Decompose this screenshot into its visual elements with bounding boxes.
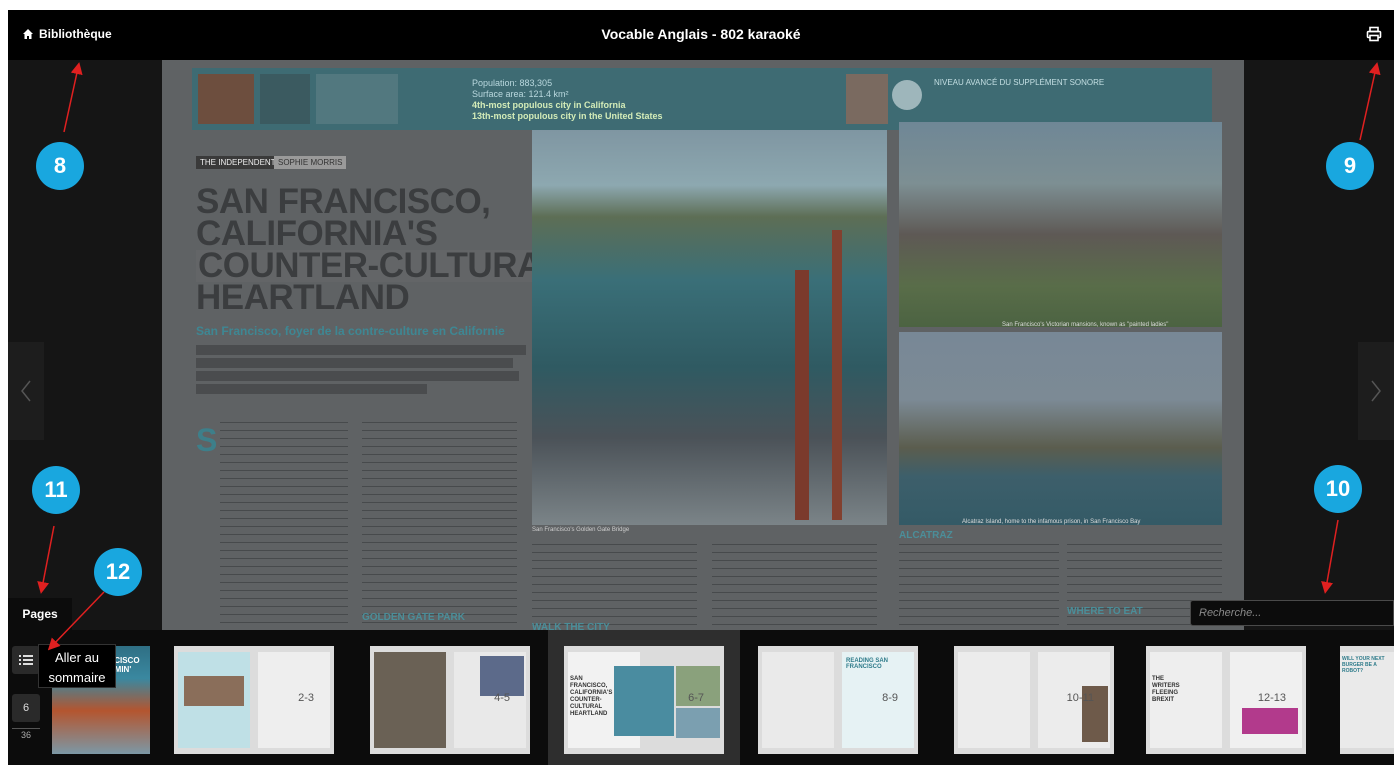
annotation-badge-8: 8: [36, 142, 84, 190]
arrow-9: [1359, 62, 1381, 141]
article-kicker: THE INDEPENDENT: [196, 156, 280, 169]
chevron-right-icon: [1371, 380, 1381, 402]
text-column-2: [362, 422, 517, 630]
chevron-left-icon: [21, 380, 31, 402]
annotation-badge-10: 10: [1314, 465, 1362, 513]
arrow-8: [63, 62, 83, 133]
speaker-icon[interactable]: [892, 80, 922, 110]
thumb-burger-title: WILL YOUR NEXT BURGER BE A ROBOT?: [1342, 656, 1385, 674]
thumbnail-pages-4-5[interactable]: 4-5: [370, 646, 530, 754]
toc-button[interactable]: [12, 646, 40, 674]
magazine-spread[interactable]: Population: 883,305 Surface area: 121.4 …: [162, 60, 1244, 630]
caption-bridge: San Francisco's Golden Gate Bridge: [532, 527, 630, 533]
next-page-button[interactable]: [1358, 342, 1394, 440]
painted-ladies-photo: [899, 122, 1222, 327]
annotation-badge-12: 12: [94, 548, 142, 596]
arrow-11: [37, 525, 55, 594]
article-subhead: San Francisco, foyer de la contre-cultur…: [196, 324, 505, 338]
thumb-label-2-3: 2-3: [298, 692, 314, 704]
caption-houses: San Francisco's Victorian mansions, know…: [1002, 322, 1169, 328]
thumbnail-pages-10-11[interactable]: 10-11: [954, 646, 1114, 754]
current-page-input[interactable]: 6: [12, 694, 40, 722]
toc-tooltip: Aller au sommaire: [38, 644, 116, 688]
thumb-brexit-title: THE WRITERS FLEEING BREXIT: [1152, 676, 1180, 703]
reader-window: Bibliothèque Vocable Anglais - 802 karao…: [8, 10, 1394, 765]
list-icon: [19, 655, 33, 665]
text-column-4: [712, 544, 877, 630]
pages-tab[interactable]: Pages: [8, 598, 72, 630]
narrator-photo: [846, 74, 888, 124]
dropcap: S: [196, 422, 218, 458]
total-pages: 36: [12, 728, 40, 740]
thumb-label-6-7: 6-7: [688, 692, 704, 704]
search-input[interactable]: [1190, 600, 1394, 626]
toc-tooltip-line-1: Aller au: [54, 650, 100, 665]
city-stats: Population: 883,305 Surface area: 121.4 …: [472, 78, 663, 122]
thumb-label-10-11: 10-11: [1066, 692, 1094, 704]
section-golden-gate: GOLDEN GATE PARK: [362, 612, 465, 623]
thumb-label-12-13: 12-13: [1257, 692, 1286, 704]
stat-rank-us: 13th-most populous city in the United St…: [472, 111, 663, 121]
toc-tooltip-line-2: sommaire: [48, 670, 106, 685]
stat-population: Population: 883,305: [472, 78, 553, 88]
document-title: Vocable Anglais - 802 karaoké: [601, 26, 801, 42]
annotation-badge-11: 11: [32, 466, 80, 514]
city-stats-banner: Population: 883,305 Surface area: 121.4 …: [192, 68, 1212, 130]
section-alcatraz: ALCATRAZ: [899, 530, 953, 541]
thumbnail-pages-2-3[interactable]: 2-3: [174, 646, 334, 754]
arrow-10: [1321, 519, 1339, 594]
thumb-label-8-9: 8-9: [882, 692, 898, 704]
us-map-icon: [316, 74, 398, 124]
thumbnail-pages-14[interactable]: WILL YOUR NEXT BURGER BE A ROBOT?: [1340, 646, 1394, 754]
thumb-reading-title: READING SAN FRANCISCO: [846, 658, 889, 670]
top-bar: Bibliothèque Vocable Anglais - 802 karao…: [8, 10, 1394, 60]
bridge-thumbnail: [198, 74, 254, 124]
thumbnail-pages-8-9[interactable]: READING SAN FRANCISCO 8-9: [758, 646, 918, 754]
thumbnail-pages-12-13[interactable]: THE WRITERS FLEEING BREXIT 12-13: [1146, 646, 1306, 754]
text-column-3: [532, 544, 697, 630]
caption-alcatraz: Alcatraz Island, home to the infamous pr…: [962, 519, 1141, 525]
annotation-badge-9: 9: [1326, 142, 1374, 190]
alcatraz-photo: [899, 332, 1222, 525]
globe-icon: [260, 74, 310, 124]
text-column-1: [220, 422, 348, 630]
article-lede: [196, 345, 526, 394]
article-author: SOPHIE MORRIS: [274, 156, 347, 169]
section-walk: WALK THE CITY: [532, 622, 610, 630]
bridge-tower-far: [832, 230, 842, 520]
text-column-5: [899, 544, 1059, 630]
previous-page-button[interactable]: [8, 342, 44, 440]
section-where-to-eat: WHERE TO EAT: [1067, 606, 1143, 617]
print-icon[interactable]: [1366, 26, 1382, 42]
bridge-tower: [795, 270, 809, 520]
stat-surface: Surface area: 121.4 km²: [472, 89, 569, 99]
audio-note: NIVEAU AVANCÉ DU SUPPLÉMENT SONORE: [934, 78, 1105, 87]
stat-rank-state: 4th-most populous city in California: [472, 100, 626, 110]
thumb-label-4-5: 4-5: [494, 692, 510, 704]
thumb-current-title: SAN FRANCISCO, CALIFORNIA'S COUNTER-CULT…: [570, 676, 613, 717]
thumbnail-pages-6-7[interactable]: SAN FRANCISCO, CALIFORNIA'S COUNTER-CULT…: [564, 646, 724, 754]
